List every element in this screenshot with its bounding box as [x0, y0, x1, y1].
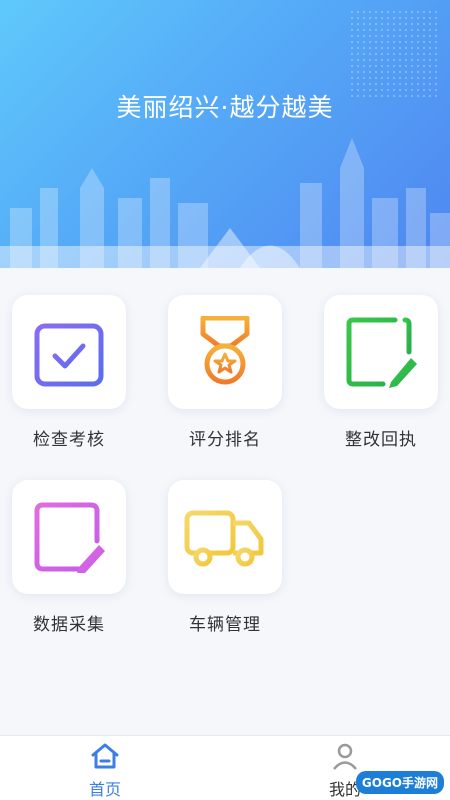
menu-item-ranking[interactable]: 评分排名	[160, 295, 290, 450]
menu-label: 数据采集	[33, 615, 105, 635]
menu-card[interactable]	[324, 295, 438, 409]
decorative-pattern	[350, 10, 440, 100]
bottom-tab-bar: 首页 我的 GOGO手游网	[0, 735, 450, 800]
city-skyline-illustration	[0, 138, 450, 268]
medal-icon	[200, 316, 250, 385]
menu-card[interactable]	[168, 480, 282, 594]
menu-card[interactable]	[12, 480, 126, 594]
menu-item-inspection[interactable]: 检查考核	[4, 295, 134, 450]
menu-label: 整改回执	[345, 430, 417, 450]
hero-banner: 美丽绍兴·越分越美	[0, 0, 450, 268]
watermark-logo: GOGO手游网	[355, 771, 444, 794]
user-icon	[333, 743, 357, 770]
document-edit-icon	[34, 502, 105, 573]
menu-item-vehicle[interactable]: 车辆管理	[160, 480, 290, 635]
tab-home[interactable]: 首页	[55, 742, 155, 800]
menu-label: 检查考核	[33, 430, 105, 450]
home-icon	[91, 743, 119, 769]
calendar-check-icon	[34, 317, 104, 387]
menu-item-data-collection[interactable]: 数据采集	[4, 480, 134, 635]
menu-label: 评分排名	[189, 430, 261, 450]
hero-title: 美丽绍兴·越分越美	[116, 93, 334, 122]
truck-icon	[184, 510, 264, 567]
menu-card[interactable]	[12, 295, 126, 409]
tab-home-label: 首页	[88, 780, 121, 799]
menu-label: 车辆管理	[189, 615, 261, 635]
menu-card[interactable]	[168, 295, 282, 409]
menu-item-rectification[interactable]: 整改回执	[316, 295, 446, 450]
text-edit-icon	[346, 317, 417, 388]
